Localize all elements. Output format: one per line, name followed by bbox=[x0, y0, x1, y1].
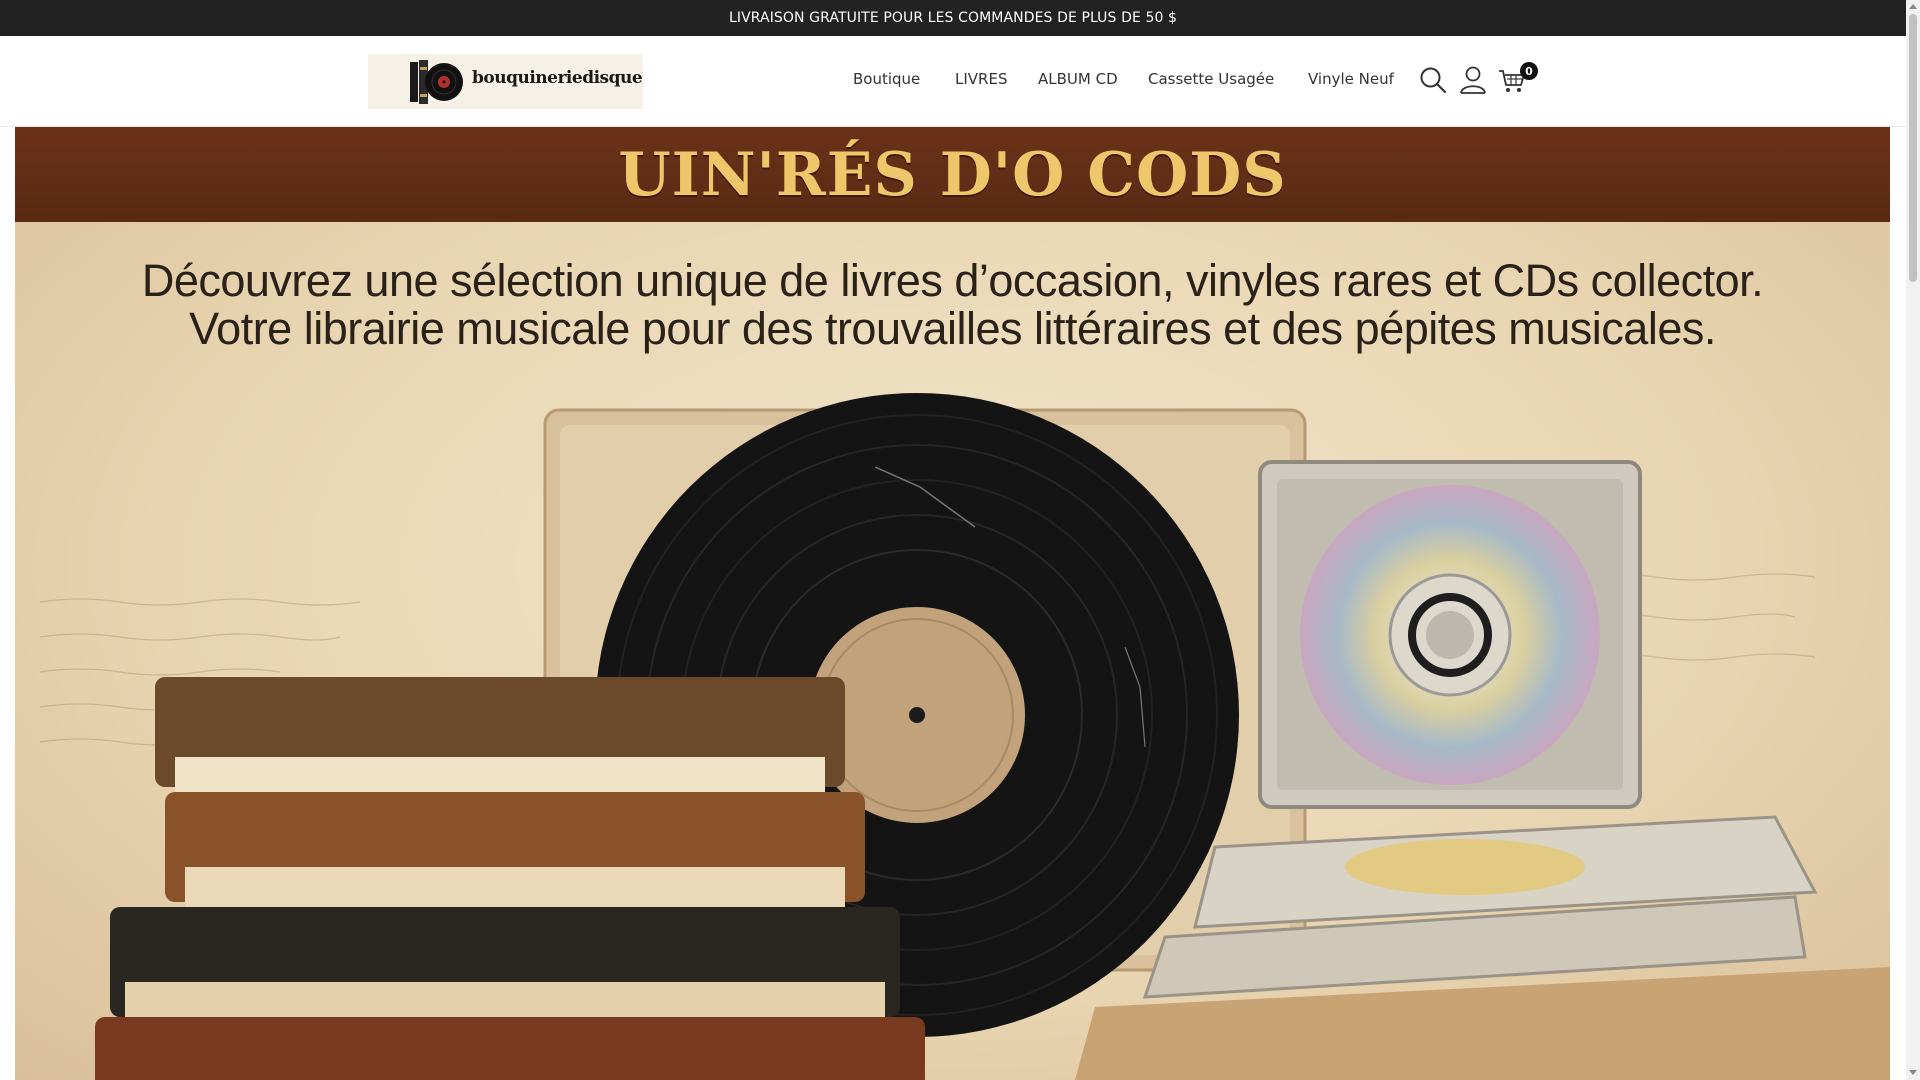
hero-tagline: Découvrez une sélection unique de livres… bbox=[15, 257, 1890, 353]
site-header: bouquineriedisque Boutique LIVRES ALBUM … bbox=[0, 36, 1906, 127]
user-icon[interactable] bbox=[1458, 65, 1488, 95]
hero-banner[interactable]: UIN'RÉS D'O CODS Découvrez une sélection… bbox=[15, 127, 1890, 1080]
nav-boutique[interactable]: Boutique bbox=[853, 70, 920, 88]
nav-vinyle-neuf[interactable]: Vinyle Neuf bbox=[1308, 70, 1394, 88]
search-icon[interactable] bbox=[1418, 65, 1448, 95]
site-logo[interactable]: bouquineriedisque bbox=[368, 54, 643, 109]
scroll-down-icon[interactable] bbox=[1909, 1070, 1917, 1075]
nav-livres[interactable]: LIVRES bbox=[955, 70, 1007, 88]
logo-text: bouquineriedisque bbox=[472, 68, 643, 88]
scroll-thumb[interactable] bbox=[1909, 14, 1917, 282]
cart-count-badge: 0 bbox=[1520, 62, 1538, 80]
nav-cassette-usagee[interactable]: Cassette Usagée bbox=[1148, 70, 1274, 88]
hero-tagline-line-2: Votre librairie musicale pour des trouva… bbox=[189, 303, 1716, 354]
logo-icon bbox=[410, 60, 463, 104]
announcement-bar: LIVRAISON GRATUITE POUR LES COMMANDES DE… bbox=[0, 0, 1906, 36]
hero-tagline-line-1: Découvrez une sélection unique de livres… bbox=[141, 255, 1764, 306]
nav-album-cd[interactable]: ALBUM CD bbox=[1038, 70, 1118, 88]
announcement-text: LIVRAISON GRATUITE POUR LES COMMANDES DE… bbox=[728, 10, 1178, 26]
page-scrollbar[interactable] bbox=[1906, 0, 1920, 1080]
scroll-up-icon[interactable] bbox=[1909, 4, 1917, 9]
